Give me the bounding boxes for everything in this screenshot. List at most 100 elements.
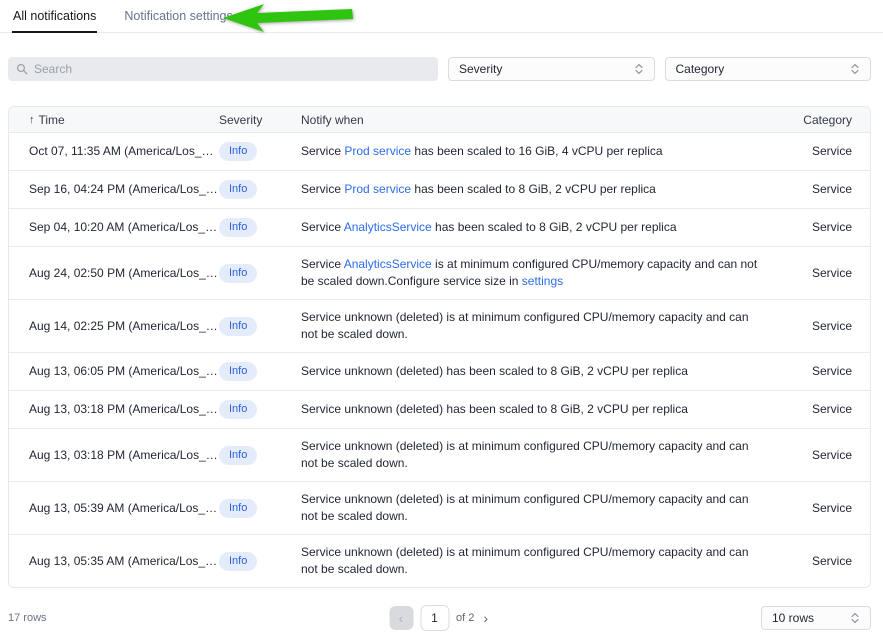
cell-category: Service: [762, 392, 852, 427]
cell-severity: Info: [219, 171, 301, 208]
cell-time: Aug 13, 05:35 AM (America/Los_…: [29, 544, 219, 579]
severity-badge: Info: [219, 362, 257, 381]
cell-time: Aug 24, 02:50 PM (America/Los_…: [29, 256, 219, 291]
column-header-time-label: Time: [39, 113, 65, 127]
cell-notify-when: Service Prod service has been scaled to …: [301, 172, 761, 207]
notify-text: Service unknown (deleted) is at minimum …: [301, 310, 749, 341]
table-footer: 17 rows ‹ of 2 › 10 rows: [8, 604, 871, 632]
table-row[interactable]: Aug 13, 05:39 AM (America/Los_…InfoServi…: [9, 482, 870, 535]
severity-badge: Info: [219, 218, 257, 237]
notify-text: Service unknown (deleted) is at minimum …: [301, 545, 749, 576]
column-header-time[interactable]: ↑ Time: [29, 113, 219, 127]
cell-time: Aug 13, 06:05 PM (America/Los_…: [29, 354, 219, 389]
cell-severity: Info: [219, 391, 301, 428]
tab-all-notifications[interactable]: All notifications: [12, 0, 97, 33]
cell-category: Service: [762, 134, 852, 169]
notify-text: has been scaled to 8 GiB, 2 vCPU per rep…: [432, 220, 677, 234]
search-box[interactable]: [8, 57, 438, 81]
notify-link[interactable]: Prod service: [344, 182, 411, 196]
severity-badge: Info: [219, 180, 257, 199]
table-row[interactable]: Aug 13, 05:35 AM (America/Los_…Info Servi…: [9, 535, 870, 587]
filter-bar: Severity Category: [8, 57, 871, 81]
cell-notify-when: Service AnalyticsService is at minimum c…: [301, 247, 761, 299]
cell-category: Service: [762, 210, 852, 245]
cell-notify-when: Service unknown (deleted) is at minimum …: [301, 482, 761, 534]
notify-text: has been scaled to 8 GiB, 2 vCPU per rep…: [411, 182, 656, 196]
severity-badge: Info: [219, 446, 257, 465]
cell-category: Service: [762, 354, 852, 389]
table-row[interactable]: Sep 16, 04:24 PM (America/Los_…Info Servi…: [9, 171, 870, 209]
notify-link[interactable]: AnalyticsService: [344, 257, 432, 271]
cell-severity: Info: [219, 490, 301, 527]
cell-category: Service: [762, 256, 852, 291]
cell-notify-when: Service unknown (deleted) is at minimum …: [301, 535, 761, 587]
cell-severity: Info: [219, 133, 301, 170]
cell-notify-when: Service unknown (deleted) is at minimum …: [301, 300, 761, 352]
severity-badge: Info: [219, 400, 257, 419]
table-row[interactable]: Aug 13, 03:18 PM (America/Los_…Info Servi…: [9, 429, 870, 482]
notify-text: Service unknown (deleted) is at minimum …: [301, 492, 749, 523]
notify-text: Service: [301, 182, 344, 196]
search-icon: [16, 63, 28, 75]
pagination: ‹ of 2 ›: [389, 605, 490, 631]
table-row[interactable]: Aug 24, 02:50 PM (America/Los_…Info Servi…: [9, 247, 870, 300]
severity-badge: Info: [219, 499, 257, 518]
notify-text: Service unknown (deleted) has been scale…: [301, 402, 688, 416]
cell-time: Aug 13, 03:18 PM (America/Los_…: [29, 438, 219, 473]
cell-category: Service: [762, 309, 852, 344]
notify-text: Service unknown (deleted) is at minimum …: [301, 439, 749, 470]
severity-filter-select[interactable]: Severity: [448, 57, 655, 81]
category-filter-label: Category: [676, 62, 725, 76]
cell-severity: Info: [219, 437, 301, 474]
tab-notification-settings[interactable]: Notification settings: [123, 0, 233, 33]
severity-filter-label: Severity: [459, 62, 502, 76]
cell-category: Service: [762, 491, 852, 526]
cell-time: Aug 13, 03:18 PM (America/Los_…: [29, 392, 219, 427]
page-total-label: of 2: [456, 612, 474, 624]
notify-text: has been scaled to 16 GiB, 4 vCPU per re…: [411, 144, 662, 158]
notifications-table: ↑ Time Severity Notify when Category Oct…: [8, 106, 871, 588]
cell-category: Service: [762, 544, 852, 579]
table-row[interactable]: Oct 07, 11:35 AM (America/Los_…Info Servi…: [9, 133, 870, 171]
notify-link[interactable]: settings: [522, 274, 563, 288]
table-row[interactable]: Aug 14, 02:25 PM (America/Los_…Info Servi…: [9, 300, 870, 353]
notify-text: Service unknown (deleted) has been scale…: [301, 364, 688, 378]
severity-badge: Info: [219, 264, 257, 283]
column-header-category[interactable]: Category: [762, 113, 852, 127]
cell-category: Service: [762, 438, 852, 473]
cell-time: Aug 14, 02:25 PM (America/Los_…: [29, 309, 219, 344]
cell-severity: Info: [219, 209, 301, 246]
cell-time: Oct 07, 11:35 AM (America/Los_…: [29, 134, 219, 169]
page-size-label: 10 rows: [772, 611, 814, 625]
notify-text: Service: [301, 220, 344, 234]
next-page-button[interactable]: ›: [481, 610, 490, 626]
cell-time: Sep 16, 04:24 PM (America/Los_…: [29, 172, 219, 207]
column-header-severity[interactable]: Severity: [219, 113, 301, 127]
cell-severity: Info: [219, 308, 301, 345]
cell-notify-when: Service AnalyticsService has been scaled…: [301, 210, 761, 245]
severity-badge: Info: [219, 552, 257, 571]
cell-notify-when: Service unknown (deleted) has been scale…: [301, 354, 761, 389]
notify-text: Service: [301, 144, 344, 158]
sort-ascending-icon: ↑: [29, 114, 35, 126]
table-row[interactable]: Aug 13, 03:18 PM (America/Los_…Info Servi…: [9, 391, 870, 429]
cell-notify-when: Service unknown (deleted) has been scale…: [301, 392, 761, 427]
cell-notify-when: Service Prod service has been scaled to …: [301, 134, 761, 169]
search-input[interactable]: [34, 62, 430, 76]
severity-badge: Info: [219, 317, 257, 336]
notify-link[interactable]: Prod service: [344, 144, 411, 158]
chevron-updown-icon: [634, 63, 644, 75]
column-header-notify-when[interactable]: Notify when: [301, 113, 762, 127]
table-row[interactable]: Sep 04, 10:20 AM (America/Los_…InfoServi…: [9, 209, 870, 247]
tab-bar: All notifications Notification settings: [0, 0, 883, 33]
cell-category: Service: [762, 172, 852, 207]
category-filter-select[interactable]: Category: [665, 57, 872, 81]
table-header: ↑ Time Severity Notify when Category: [9, 107, 870, 133]
notify-text: Service: [301, 257, 344, 271]
notify-link[interactable]: AnalyticsService: [344, 220, 432, 234]
cell-notify-when: Service unknown (deleted) is at minimum …: [301, 429, 761, 481]
table-row[interactable]: Aug 13, 06:05 PM (America/Los_…Info Servi…: [9, 353, 870, 391]
row-count-label: 17 rows: [8, 612, 47, 624]
page-number-input[interactable]: [420, 605, 449, 631]
severity-badge: Info: [219, 142, 257, 161]
